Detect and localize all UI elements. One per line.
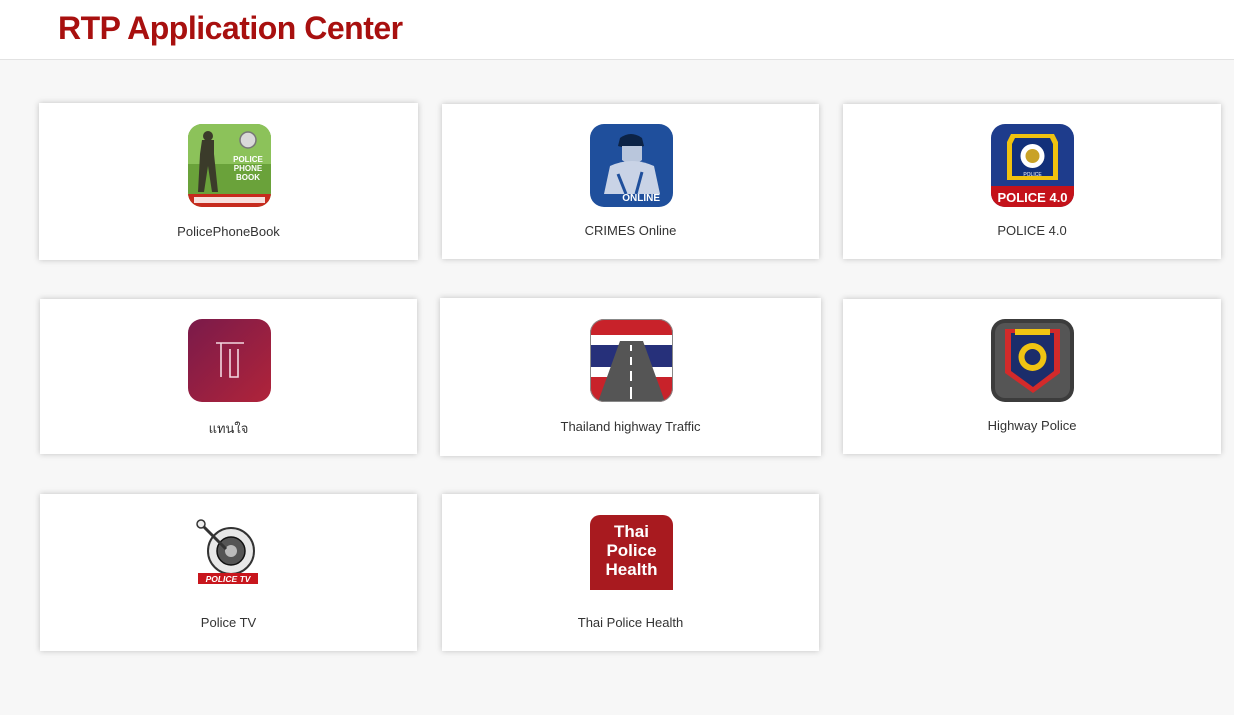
app-card-highway-police[interactable]: Highway Police [843,299,1221,454]
app-label: Highway Police [987,418,1077,433]
svg-text:Police: Police [606,541,656,560]
app-label: แทนใจ [208,421,249,436]
svg-text:POLICE 4.0: POLICE 4.0 [997,190,1067,205]
app-card-police-tv[interactable]: POLICE TV Police TV [40,494,417,651]
app-card-thaenjai[interactable]: แทนใจ [40,299,417,454]
svg-text:POLICE TV: POLICE TV [205,574,251,584]
svg-text:Health: Health [605,560,657,579]
svg-text:ONLINE: ONLINE [622,193,660,204]
crimes-online-icon: ONLINE [589,124,673,207]
app-label: PolicePhoneBook [177,224,280,239]
highway-traffic-icon [589,319,673,402]
app-label: CRIMES Online [584,223,677,238]
thaenjai-icon [187,319,271,402]
thai-police-health-icon: Thai Police Health [589,515,673,598]
app-card-police-phonebook[interactable]: POLICE PHONE BOOK PolicePhoneBook [39,103,418,260]
app-card-thai-police-health[interactable]: Thai Police Health Thai Police Health [442,494,819,651]
page-title: RTP Application Center [58,10,403,46]
svg-text:BOOK: BOOK [236,173,260,182]
svg-text:POLICE: POLICE [1023,172,1042,178]
app-card-crimes-online[interactable]: ONLINE CRIMES Online [442,104,819,259]
app-label: POLICE 4.0 [997,223,1067,238]
app-card-police-4[interactable]: POLICE POLICE 4.0 POLICE 4.0 [843,104,1221,259]
police-4-icon: POLICE POLICE 4.0 [991,124,1074,207]
app-label: Thailand highway Traffic [560,419,701,434]
app-card-highway-traffic[interactable]: Thailand highway Traffic [440,298,821,456]
police-phonebook-icon: POLICE PHONE BOOK [187,124,271,207]
police-tv-icon: POLICE TV [187,515,271,598]
app-label: Thai Police Health [577,615,684,630]
page-header: RTP Application Center [0,0,1234,60]
svg-text:POLICE: POLICE [233,155,263,164]
app-label: Police TV [200,615,257,630]
highway-police-icon [991,319,1074,402]
svg-text:PHONE: PHONE [233,164,262,173]
svg-text:Thai: Thai [614,522,649,541]
